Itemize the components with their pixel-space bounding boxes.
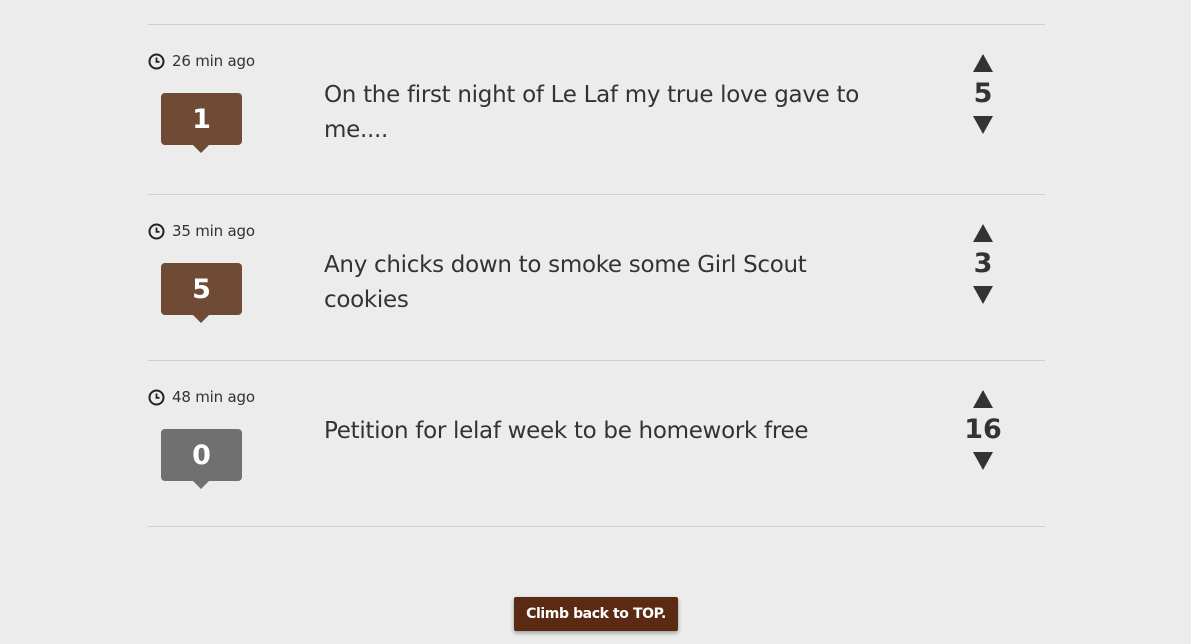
upvote-button[interactable] (958, 387, 1008, 411)
comment-count-badge[interactable]: 5 (161, 263, 242, 323)
time-label: 48 min ago (172, 388, 255, 406)
vote-widget: 3 (958, 221, 1008, 307)
triangle-down-icon (973, 286, 993, 304)
comment-count-badge[interactable]: 1 (161, 93, 242, 153)
vote-widget: 5 (958, 51, 1008, 137)
vote-widget: 16 (958, 387, 1008, 473)
comment-count: 1 (192, 103, 211, 135)
post-title[interactable]: Petition for lelaf week to be homework f… (324, 414, 864, 449)
vote-score: 3 (973, 248, 993, 279)
clock-icon (148, 223, 165, 240)
clock-icon (148, 389, 165, 406)
triangle-up-icon (973, 390, 993, 408)
post-title[interactable]: On the first night of Le Laf my true lov… (324, 78, 864, 148)
downvote-button[interactable] (958, 449, 1008, 473)
post-timestamp: 48 min ago (148, 388, 255, 406)
clock-icon (148, 53, 165, 70)
post-item: 26 min ago 1 On the first night of Le La… (148, 24, 1045, 194)
upvote-button[interactable] (958, 221, 1008, 245)
triangle-up-icon (973, 224, 993, 242)
triangle-down-icon (973, 116, 993, 134)
post-title[interactable]: Any chicks down to smoke some Girl Scout… (324, 248, 864, 318)
post-timestamp: 35 min ago (148, 222, 255, 240)
vote-score: 16 (964, 414, 1002, 445)
comment-count: 5 (192, 273, 211, 305)
vote-score: 5 (973, 78, 993, 109)
comment-count: 0 (192, 439, 211, 471)
time-label: 35 min ago (172, 222, 255, 240)
back-to-top-button[interactable]: Climb back to TOP. (514, 597, 678, 631)
time-label: 26 min ago (172, 52, 255, 70)
post-feed: 26 min ago 1 On the first night of Le La… (148, 24, 1045, 527)
downvote-button[interactable] (958, 283, 1008, 307)
triangle-up-icon (973, 54, 993, 72)
upvote-button[interactable] (958, 51, 1008, 75)
comment-count-badge[interactable]: 0 (161, 429, 242, 489)
downvote-button[interactable] (958, 113, 1008, 137)
post-item: 35 min ago 5 Any chicks down to smoke so… (148, 194, 1045, 360)
triangle-down-icon (973, 452, 993, 470)
post-timestamp: 26 min ago (148, 52, 255, 70)
post-item: 48 min ago 0 Petition for lelaf week to … (148, 360, 1045, 527)
